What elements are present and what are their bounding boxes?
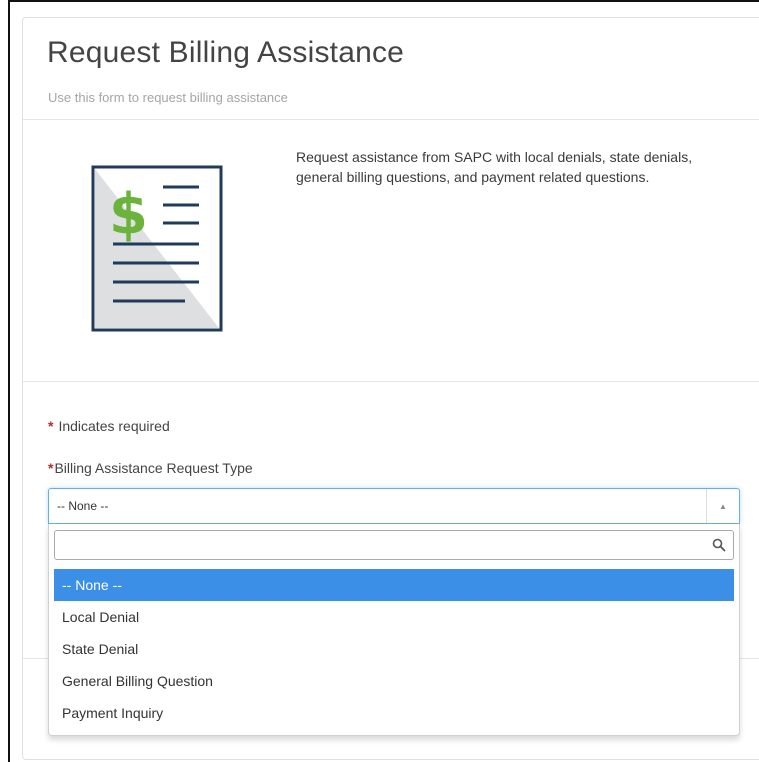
request-type-label-text: Billing Assistance Request Type [54, 460, 253, 476]
request-type-label: *Billing Assistance Request Type [48, 460, 253, 476]
search-icon [712, 538, 726, 552]
option-general-billing-question[interactable]: General Billing Question [54, 665, 734, 697]
page-title: Request Billing Assistance [47, 36, 405, 69]
page-subtitle: Use this form to request billing assista… [48, 90, 288, 105]
intro-section: $ Request assistance from SAPC with loca… [23, 120, 759, 382]
form-description: Request assistance from SAPC with local … [296, 149, 693, 185]
billing-document-icon: $ [91, 165, 223, 332]
page-frame: Request Billing Assistance Use this form… [8, 0, 759, 762]
option-state-denial[interactable]: State Denial [54, 633, 734, 665]
required-asterisk: * [48, 418, 54, 434]
required-asterisk: * [48, 460, 54, 476]
required-legend: * Indicates required [48, 418, 170, 434]
option-local-denial[interactable]: Local Denial [54, 601, 734, 633]
request-type-select[interactable]: -- None -- ▲ [48, 488, 740, 524]
svg-text:$: $ [109, 182, 148, 247]
select-toggle-button[interactable]: ▲ [706, 489, 739, 523]
chevron-up-icon: ▲ [719, 501, 727, 511]
required-note-text: Indicates required [58, 418, 170, 434]
select-current-value: -- None -- [57, 499, 109, 513]
request-type-dropdown: -- None -- Local Denial State Denial Gen… [48, 524, 740, 736]
dropdown-options-list: -- None -- Local Denial State Denial Gen… [54, 569, 734, 729]
dropdown-search-box[interactable] [54, 530, 734, 560]
option-none[interactable]: -- None -- [54, 569, 734, 601]
option-payment-inquiry[interactable]: Payment Inquiry [54, 697, 734, 729]
form-header: Request Billing Assistance Use this form… [23, 18, 759, 120]
dropdown-search-input[interactable] [55, 531, 711, 559]
form-card: Request Billing Assistance Use this form… [22, 17, 759, 760]
